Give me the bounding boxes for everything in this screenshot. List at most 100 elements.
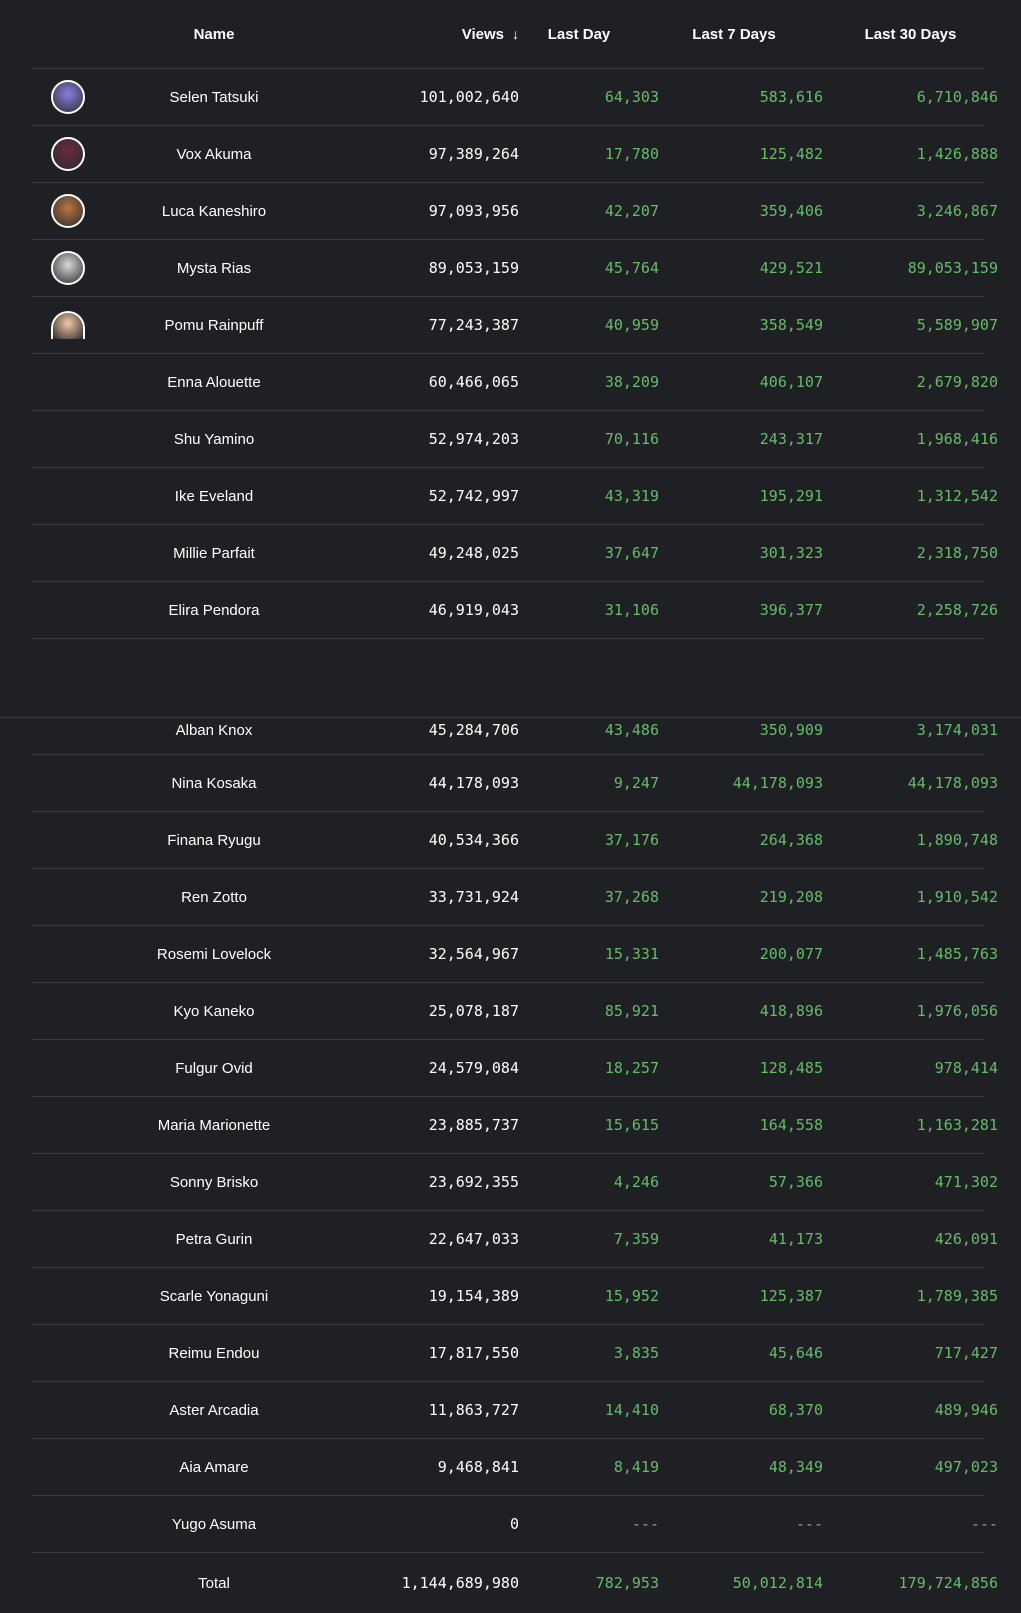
table-row[interactable]: Petra Gurin 22,647,033 7,359 41,173 426,… bbox=[32, 1211, 998, 1268]
table-row[interactable]: Ren Zotto 33,731,924 37,268 219,208 1,91… bbox=[32, 869, 998, 926]
table-row[interactable]: Nina Kosaka 44,178,093 9,247 44,178,093 … bbox=[32, 755, 998, 812]
channel-name[interactable]: Petra Gurin bbox=[96, 1211, 332, 1267]
last-7-days-value: 264,368 bbox=[759, 831, 823, 849]
last-30-days-value: 44,178,093 bbox=[907, 774, 998, 792]
last-30-days-value: 89,053,159 bbox=[907, 259, 998, 277]
last-day-value: 70,116 bbox=[604, 430, 659, 448]
table-row[interactable]: Vox Akuma 97,389,264 17,780 125,482 1,42… bbox=[32, 126, 998, 183]
table-row[interactable]: Elira Pendora 46,919,043 31,106 396,377 … bbox=[32, 582, 998, 639]
channel-name[interactable]: Scarle Yonaguni bbox=[96, 1268, 332, 1324]
header-last-7-days[interactable]: Last 7 Days bbox=[659, 0, 809, 68]
channel-name[interactable]: Kyo Kaneko bbox=[96, 983, 332, 1039]
last-7-days-value: 45,646 bbox=[768, 1344, 823, 1362]
channel-name[interactable]: Nina Kosaka bbox=[96, 755, 332, 811]
views-value: 52,742,997 bbox=[428, 487, 519, 505]
channel-name[interactable]: Rosemi Lovelock bbox=[96, 926, 332, 982]
channel-name[interactable]: Selen Tatsuki bbox=[96, 69, 332, 125]
table-row[interactable]: Ike Eveland 52,742,997 43,319 195,291 1,… bbox=[32, 468, 998, 525]
channel-name[interactable]: Alban Knox bbox=[96, 706, 332, 754]
channel-name[interactable]: Ike Eveland bbox=[96, 468, 332, 524]
last-30-days-value: 1,890,748 bbox=[916, 831, 998, 849]
table-row[interactable]: Yugo Asuma 0 --- --- --- bbox=[32, 1496, 998, 1553]
table-row[interactable]: Kyo Kaneko 25,078,187 85,921 418,896 1,9… bbox=[32, 983, 998, 1040]
channel-name[interactable]: Aster Arcadia bbox=[96, 1382, 332, 1438]
last-7-days-value: 243,317 bbox=[759, 430, 823, 448]
last-day-value: 4,246 bbox=[613, 1173, 659, 1191]
channel-name[interactable]: Elira Pendora bbox=[96, 582, 332, 638]
table-row[interactable]: Mysta Rias 89,053,159 45,764 429,521 89,… bbox=[32, 240, 998, 297]
table-row[interactable]: Fulgur Ovid 24,579,084 18,257 128,485 97… bbox=[32, 1040, 998, 1097]
channel-name[interactable]: Pomu Rainpuff bbox=[96, 297, 332, 353]
table-row[interactable]: Maria Marionette 23,885,737 15,615 164,5… bbox=[32, 1097, 998, 1154]
last-7-days-value: 583,616 bbox=[759, 88, 823, 106]
last-day-value: 15,615 bbox=[604, 1116, 659, 1134]
last-30-days-value: 6,710,846 bbox=[916, 88, 998, 106]
table-row[interactable]: Alban Knox 45,284,706 43,486 350,909 3,1… bbox=[32, 706, 998, 755]
avatar[interactable] bbox=[50, 297, 86, 353]
table-row[interactable]: Pomu Rainpuff 77,243,387 40,959 358,549 … bbox=[32, 297, 998, 354]
views-value: 25,078,187 bbox=[428, 1002, 519, 1020]
last-day-value: 85,921 bbox=[604, 1002, 659, 1020]
avatar[interactable] bbox=[50, 126, 86, 182]
table-row[interactable]: Scarle Yonaguni 19,154,389 15,952 125,38… bbox=[32, 1268, 998, 1325]
last-day-value: 31,106 bbox=[604, 601, 659, 619]
last-day-value: 45,764 bbox=[604, 259, 659, 277]
last-7-days-value: 358,549 bbox=[759, 316, 823, 334]
table-row[interactable]: Sonny Brisko 23,692,355 4,246 57,366 471… bbox=[32, 1154, 998, 1211]
channel-name[interactable]: Maria Marionette bbox=[96, 1097, 332, 1153]
avatar-icon bbox=[51, 194, 85, 228]
table-row[interactable]: Aster Arcadia 11,863,727 14,410 68,370 4… bbox=[32, 1382, 998, 1439]
table-row[interactable]: Millie Parfait 49,248,025 37,647 301,323… bbox=[32, 525, 998, 582]
total-last-day: 782,953 bbox=[595, 1574, 659, 1592]
channel-name[interactable]: Finana Ryugu bbox=[96, 812, 332, 868]
last-7-days-value: 350,909 bbox=[759, 721, 823, 739]
channel-name[interactable]: Vox Akuma bbox=[96, 126, 332, 182]
last-30-days-value: 1,163,281 bbox=[916, 1116, 998, 1134]
table-row[interactable]: Selen Tatsuki 101,002,640 64,303 583,616… bbox=[32, 69, 998, 126]
table-row[interactable]: Luca Kaneshiro 97,093,956 42,207 359,406… bbox=[32, 183, 998, 240]
channel-name[interactable]: Millie Parfait bbox=[96, 525, 332, 581]
table-row[interactable]: Finana Ryugu 40,534,366 37,176 264,368 1… bbox=[32, 812, 998, 869]
table-row[interactable]: Enna Alouette 60,466,065 38,209 406,107 … bbox=[32, 354, 998, 411]
total-views: 1,144,689,980 bbox=[401, 1574, 519, 1592]
channel-name[interactable]: Aia Amare bbox=[96, 1439, 332, 1495]
channel-name[interactable]: Enna Alouette bbox=[96, 354, 332, 410]
channel-name[interactable]: Luca Kaneshiro bbox=[96, 183, 332, 239]
last-30-days-value: 1,485,763 bbox=[916, 945, 998, 963]
table-row[interactable]: Reimu Endou 17,817,550 3,835 45,646 717,… bbox=[32, 1325, 998, 1382]
last-7-days-value: 57,366 bbox=[768, 1173, 823, 1191]
arrow-down-icon: ↓ bbox=[512, 26, 519, 42]
last-day-value: 7,359 bbox=[613, 1230, 659, 1248]
last-30-days-value: --- bbox=[970, 1515, 998, 1533]
table-row[interactable]: Aia Amare 9,468,841 8,419 48,349 497,023 bbox=[32, 1439, 998, 1496]
table-row[interactable]: Rosemi Lovelock 32,564,967 15,331 200,07… bbox=[32, 926, 998, 983]
last-day-value: 37,268 bbox=[604, 888, 659, 906]
last-day-value: --- bbox=[631, 1515, 659, 1533]
avatar-icon bbox=[51, 80, 85, 114]
last-30-days-value: 5,589,907 bbox=[916, 316, 998, 334]
total-last-7-days: 50,012,814 bbox=[732, 1574, 823, 1592]
header-last-day[interactable]: Last Day bbox=[519, 0, 639, 68]
channel-name[interactable]: Yugo Asuma bbox=[96, 1496, 332, 1552]
views-value: 0 bbox=[509, 1515, 519, 1533]
avatar[interactable] bbox=[50, 69, 86, 125]
header-last-30-days[interactable]: Last 30 Days bbox=[823, 0, 998, 68]
last-30-days-value: 1,789,385 bbox=[916, 1287, 998, 1305]
channel-name[interactable]: Shu Yamino bbox=[96, 411, 332, 467]
header-name[interactable]: Name bbox=[96, 0, 332, 68]
table-row[interactable]: Shu Yamino 52,974,203 70,116 243,317 1,9… bbox=[32, 411, 998, 468]
channel-name[interactable]: Fulgur Ovid bbox=[96, 1040, 332, 1096]
header-views[interactable]: Views ↓ bbox=[332, 0, 519, 68]
channel-name[interactable]: Sonny Brisko bbox=[96, 1154, 332, 1210]
last-day-value: 43,319 bbox=[604, 487, 659, 505]
views-value: 101,002,640 bbox=[419, 88, 519, 106]
last-7-days-value: 396,377 bbox=[759, 601, 823, 619]
avatar[interactable] bbox=[50, 183, 86, 239]
channel-name[interactable]: Mysta Rias bbox=[96, 240, 332, 296]
last-day-value: 64,303 bbox=[604, 88, 659, 106]
channel-name[interactable]: Reimu Endou bbox=[96, 1325, 332, 1381]
views-value: 19,154,389 bbox=[428, 1287, 519, 1305]
avatar[interactable] bbox=[50, 240, 86, 296]
views-value: 44,178,093 bbox=[428, 774, 519, 792]
channel-name[interactable]: Ren Zotto bbox=[96, 869, 332, 925]
